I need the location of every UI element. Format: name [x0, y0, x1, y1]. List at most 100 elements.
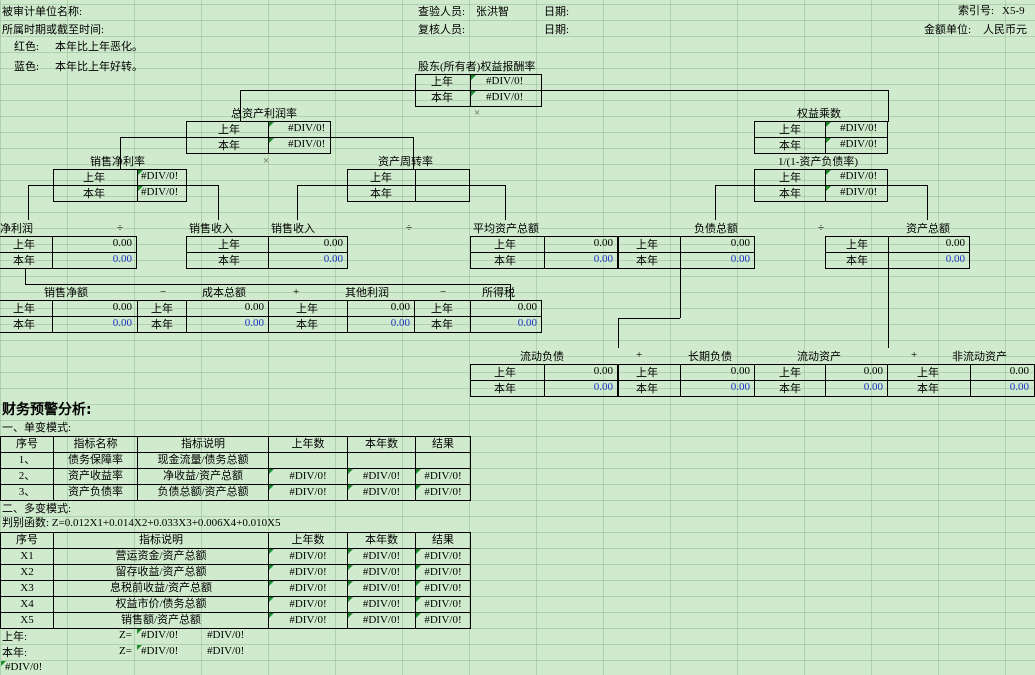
plus-operator: + [293, 286, 300, 298]
sr2-prev-value[interactable]: 0.00 [268, 236, 343, 251]
sr2-curr-value[interactable]: 0.00 [268, 252, 343, 267]
row-label-curr: 本年 [370, 188, 392, 200]
table-value-cell[interactable]: #DIV/0! [415, 580, 471, 597]
ta-prev-value[interactable]: 0.00 [889, 236, 965, 251]
row-label-prev: 上年 [846, 239, 868, 251]
table-value-cell[interactable]: #DIV/0! [347, 548, 416, 565]
bottom-value[interactable]: #DIV/0! [5, 660, 42, 675]
ca-curr-value[interactable]: 0.00 [826, 380, 883, 395]
table-cell: X2 [0, 564, 54, 581]
node-title-net-sales: 销售净额 [44, 287, 88, 299]
ata-curr-value[interactable]: 0.00 [545, 252, 613, 267]
connector-line [888, 90, 889, 122]
table-cell: 资产收益率 [53, 468, 138, 485]
divide-operator: ÷ [117, 222, 124, 234]
z-curr-result[interactable]: #DIV/0! [207, 644, 244, 659]
connector-line [25, 284, 510, 285]
z-curr-value[interactable]: #DIV/0! [141, 644, 178, 659]
minus-operator: − [440, 286, 447, 298]
tl-prev-value[interactable]: 0.00 [681, 236, 750, 251]
multi-mode-title: 二、多变模式: [2, 503, 72, 515]
cell-error-marker [471, 91, 476, 96]
table-value-cell[interactable] [268, 452, 348, 469]
it-curr-value[interactable]: 0.00 [471, 316, 537, 331]
roe-curr-value[interactable]: #DIV/0! [486, 90, 523, 105]
ltl-curr-value[interactable]: 0.00 [681, 380, 750, 395]
row-label-prev: 上年 [218, 239, 240, 251]
node-title-em-formula: 1/(1-资产负债率) [778, 156, 859, 168]
date-label: 日期: [544, 6, 570, 18]
cell-error-marker [416, 485, 421, 490]
warning-title: 财务预警分析: [2, 402, 92, 418]
ns-prev-value[interactable]: 0.00 [53, 300, 132, 315]
table-value-cell[interactable]: #DIV/0! [347, 484, 416, 501]
roa-curr-value[interactable]: #DIV/0! [288, 137, 325, 152]
table-value-cell[interactable]: #DIV/0! [415, 484, 471, 501]
connector-line [715, 185, 716, 220]
node-title-net-profit: 净利润 [0, 223, 33, 235]
cell-error-marker [348, 485, 353, 490]
table-value-cell[interactable]: #DIV/0! [347, 580, 416, 597]
z-prev-result[interactable]: #DIV/0! [207, 628, 244, 643]
row-label-prev: 上年 [431, 303, 453, 315]
roa-prev-value[interactable]: #DIV/0! [288, 121, 325, 136]
cl-curr-value[interactable]: 0.00 [545, 380, 613, 395]
ltl-prev-value[interactable]: 0.00 [681, 364, 750, 379]
index-value[interactable]: X5-9 [1002, 4, 1025, 19]
table-value-cell[interactable]: #DIV/0! [268, 596, 348, 613]
table-value-cell[interactable]: #DIV/0! [268, 580, 348, 597]
table-value-cell[interactable]: #DIV/0! [347, 596, 416, 613]
table-value-cell[interactable]: #DIV/0! [347, 564, 416, 581]
tc-prev-value[interactable]: 0.00 [187, 300, 264, 315]
row-label-curr: 本年 [779, 140, 801, 152]
em-curr-value[interactable]: #DIV/0! [840, 137, 877, 152]
cell-divider [347, 185, 470, 186]
op-prev-value[interactable]: 0.00 [348, 300, 410, 315]
table-value-cell[interactable]: #DIV/0! [415, 596, 471, 613]
z-prev-label: 上年: [2, 631, 28, 643]
date-label-2: 日期: [544, 24, 570, 36]
row-label-curr: 本年 [83, 188, 105, 200]
cell-error-marker [269, 138, 274, 143]
table-value-cell[interactable]: #DIV/0! [415, 468, 471, 485]
table-value-cell[interactable]: #DIV/0! [347, 612, 416, 629]
ata-prev-value[interactable]: 0.00 [545, 236, 613, 251]
cl-prev-value[interactable]: 0.00 [545, 364, 613, 379]
nca-curr-value[interactable]: 0.00 [971, 380, 1029, 395]
emf-prev-value[interactable]: #DIV/0! [840, 169, 877, 184]
cell-error-marker [348, 581, 353, 586]
ns-curr-value[interactable]: 0.00 [53, 316, 132, 331]
cell-error-marker [416, 469, 421, 474]
table-value-cell[interactable]: #DIV/0! [268, 564, 348, 581]
table-value-cell[interactable] [347, 452, 416, 469]
op-curr-value[interactable]: 0.00 [348, 316, 410, 331]
table-value-cell[interactable]: #DIV/0! [268, 484, 348, 501]
table-cell: 1、 [0, 452, 54, 469]
checker-name[interactable]: 张洪智 [476, 5, 509, 20]
emf-curr-value[interactable]: #DIV/0! [840, 185, 877, 200]
tl-curr-value[interactable]: 0.00 [681, 252, 750, 267]
node-title-current-liabilities: 流动负债 [520, 351, 564, 363]
ta-curr-value[interactable]: 0.00 [889, 252, 965, 267]
np-prev-value[interactable]: 0.00 [53, 236, 132, 251]
divide-operator: ÷ [406, 222, 413, 234]
table-value-cell[interactable]: #DIV/0! [415, 564, 471, 581]
table-value-cell[interactable] [415, 452, 471, 469]
em-prev-value[interactable]: #DIV/0! [840, 121, 877, 136]
table-value-cell[interactable]: #DIV/0! [347, 468, 416, 485]
table-value-cell[interactable]: #DIV/0! [415, 548, 471, 565]
np-curr-value[interactable]: 0.00 [53, 252, 132, 267]
nca-prev-value[interactable]: 0.00 [971, 364, 1029, 379]
row-label-curr: 本年 [917, 383, 939, 395]
z-prev-value[interactable]: #DIV/0! [141, 628, 178, 643]
roe-prev-value[interactable]: #DIV/0! [486, 74, 523, 89]
ca-prev-value[interactable]: 0.00 [826, 364, 883, 379]
table-value-cell[interactable]: #DIV/0! [268, 468, 348, 485]
tc-curr-value[interactable]: 0.00 [187, 316, 264, 331]
it-prev-value[interactable]: 0.00 [471, 300, 537, 315]
table-value-cell[interactable]: #DIV/0! [268, 548, 348, 565]
nm-curr-value[interactable]: #DIV/0! [141, 185, 178, 200]
table-value-cell[interactable]: #DIV/0! [268, 612, 348, 629]
table-value-cell[interactable]: #DIV/0! [415, 612, 471, 629]
nm-prev-value[interactable]: #DIV/0! [141, 169, 178, 184]
